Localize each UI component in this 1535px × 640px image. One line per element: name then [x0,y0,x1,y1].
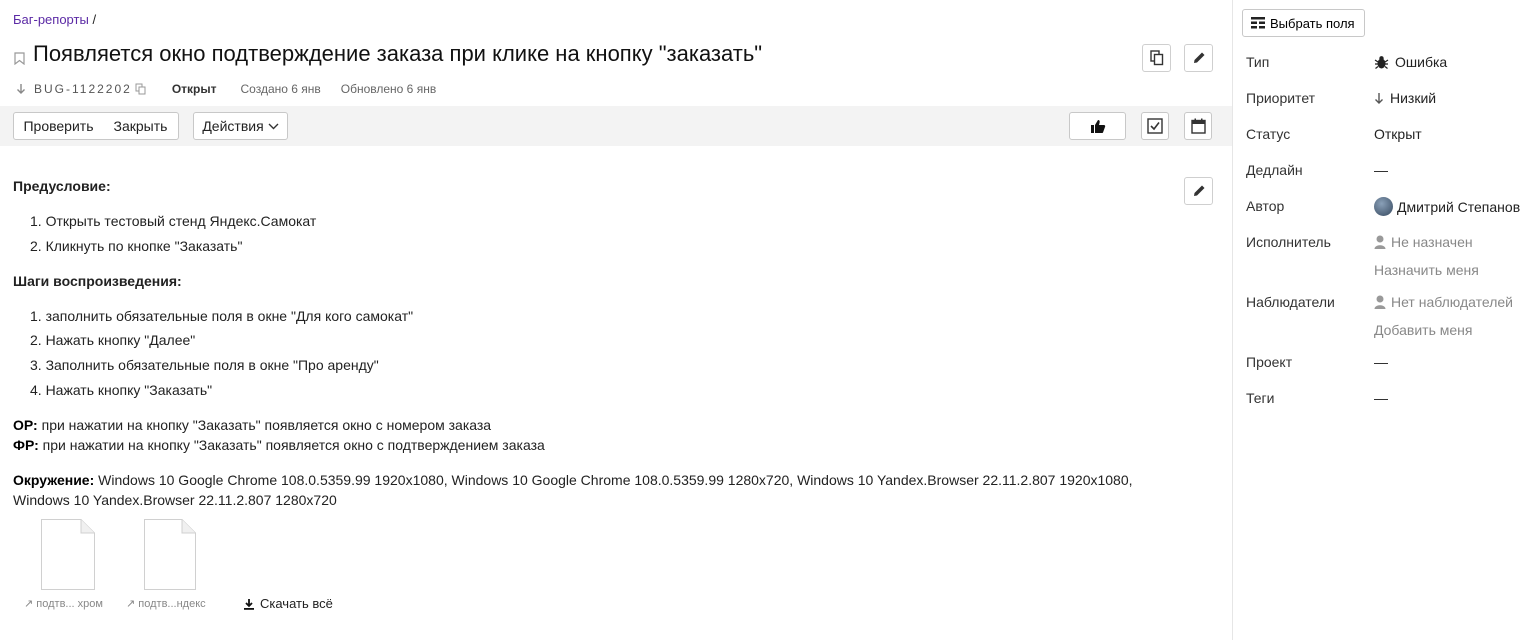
external-link-icon: ↗ [24,598,34,610]
pencil-icon [1193,185,1204,196]
file-icon[interactable] [144,519,196,590]
download-all-link[interactable]: Скачать всё [243,596,333,611]
external-link-icon: ↗ [126,598,136,610]
checklist-button[interactable] [1141,112,1169,140]
action-toolbar: Проверить Закрыть Действия [0,106,1232,146]
attachment-link[interactable]: ↗ подтв... хром [24,597,103,610]
status-label: Статус [1246,126,1291,142]
copy-key-icon[interactable] [135,83,147,95]
issue-meta: BUG-1122202 Открыт Создано 6 янв Обновле… [16,82,436,96]
created-date: Создано 6 янв [240,82,321,96]
bookmark-icon[interactable] [14,52,25,65]
page-title: Появляется окно подтверждение заказа при… [33,41,763,66]
deadline-value[interactable]: — [1374,162,1388,178]
check-button[interactable]: Проверить [13,112,104,140]
watchers-label: Наблюдатели [1246,294,1335,310]
project-value[interactable]: — [1374,354,1388,370]
arrow-down-icon [1375,92,1383,104]
copy-link-button[interactable] [1142,44,1171,72]
attachment-link[interactable]: ↗ подтв...ндекс [126,597,206,610]
environment-label: Окружение: [13,472,95,488]
arrow-down-icon [17,84,25,94]
list-item: 3. Заполнить обязательные поля в окне "П… [30,357,379,373]
tags-label: Теги [1246,390,1275,406]
author-name: Дмитрий Степанов [1397,198,1521,215]
priority-label: Приоритет [1246,90,1316,106]
checkbox-icon [1147,118,1163,134]
attachment-name: подтв...ндекс [138,598,206,610]
user-icon [1374,235,1386,249]
watchers-value[interactable]: Нет наблюдателей [1374,294,1513,310]
list-item: 1. заполнить обязательные поля в окне "Д… [30,308,414,324]
author-value[interactable]: Дмитрий Степанов [1374,197,1520,216]
download-icon [244,598,254,610]
watchers-text: Нет наблюдателей [1391,294,1514,310]
like-button[interactable] [1069,112,1126,140]
environment-line-2: Windows 10 Yandex.Browser 22.11.2.807 12… [13,492,337,508]
edit-description-button[interactable] [1184,177,1213,205]
user-icon [1374,295,1386,309]
issue-main: Баг-репорты / Появляется окно подтвержде… [0,0,1232,640]
expected-label: ОР: [13,417,38,433]
actual-label: ФР: [13,437,39,453]
bug-icon [1374,55,1389,69]
download-all-label: Скачать всё [260,596,333,611]
project-label: Проект [1246,354,1293,370]
actions-dropdown[interactable]: Действия [193,112,288,140]
deadline-label: Дедлайн [1246,162,1303,178]
issue-key: BUG-1122202 [34,82,132,96]
choose-fields-label: Выбрать поля [1270,15,1355,31]
list-item: 2. Кликнуть по кнопке "Заказать" [30,238,243,254]
assign-me-link[interactable]: Назначить меня [1374,262,1479,278]
chevron-down-icon [268,123,279,129]
type-value[interactable]: Ошибка [1374,54,1447,70]
choose-fields-button[interactable]: Выбрать поля [1242,9,1365,37]
environment-text: Windows 10 Google Chrome 108.0.5359.99 1… [94,472,1133,488]
tags-value[interactable]: — [1374,390,1388,406]
priority-text: Низкий [1390,90,1437,106]
file-icon[interactable] [41,519,95,590]
status-text: Открыт [171,82,217,96]
list-item: 1. Открыть тестовый стенд Яндекс.Самокат [30,213,317,229]
expected-text: при нажатии на кнопку "Заказать" появляе… [37,417,492,433]
actual-text: при нажатии на кнопку "Заказать" появляе… [38,437,545,453]
environment-line-1: Окружение: Windows 10 Google Chrome 108.… [13,472,1133,488]
status-value[interactable]: Открыт [1374,126,1422,142]
author-label: Автор [1246,198,1285,214]
avatar [1374,197,1393,216]
breadcrumb-link[interactable]: Баг-репорты [13,12,89,27]
steps-heading: Шаги воспроизведения: [13,273,182,289]
breadcrumb-separator: / [92,12,97,27]
actions-label: Действия [202,118,264,134]
expected-result: ОР: при нажатии на кнопку "Заказать" поя… [13,417,491,433]
fields-icon [1251,17,1265,29]
type-label: Тип [1246,54,1270,70]
list-item: 4. Нажать кнопку "Заказать" [30,382,213,398]
breadcrumb: Баг-репорты / [13,12,96,27]
edit-title-button[interactable] [1184,44,1213,72]
assignee-label: Исполнитель [1246,234,1331,250]
close-button[interactable]: Закрыть [103,112,179,140]
issue-sidebar: Выбрать поля Тип Ошибка Приоритет Низкий… [1232,0,1535,640]
copy-icon [1149,50,1163,66]
pencil-icon [1193,52,1204,63]
thumbs-up-icon [1090,119,1105,133]
calendar-icon [1190,118,1206,134]
add-me-link[interactable]: Добавить меня [1374,322,1473,338]
list-item: 2. Нажать кнопку "Далее" [30,332,196,348]
updated-date: Обновлено 6 янв [340,82,437,96]
attachment-name: подтв... хром [36,598,103,610]
assignee-value[interactable]: Не назначен [1374,234,1473,250]
type-text: Ошибка [1395,54,1448,70]
priority-value[interactable]: Низкий [1374,90,1436,106]
actual-result: ФР: при нажатии на кнопку "Заказать" поя… [13,437,545,453]
assignee-text: Не назначен [1391,234,1473,250]
calendar-button[interactable] [1184,112,1212,140]
precondition-heading: Предусловие: [13,178,111,194]
